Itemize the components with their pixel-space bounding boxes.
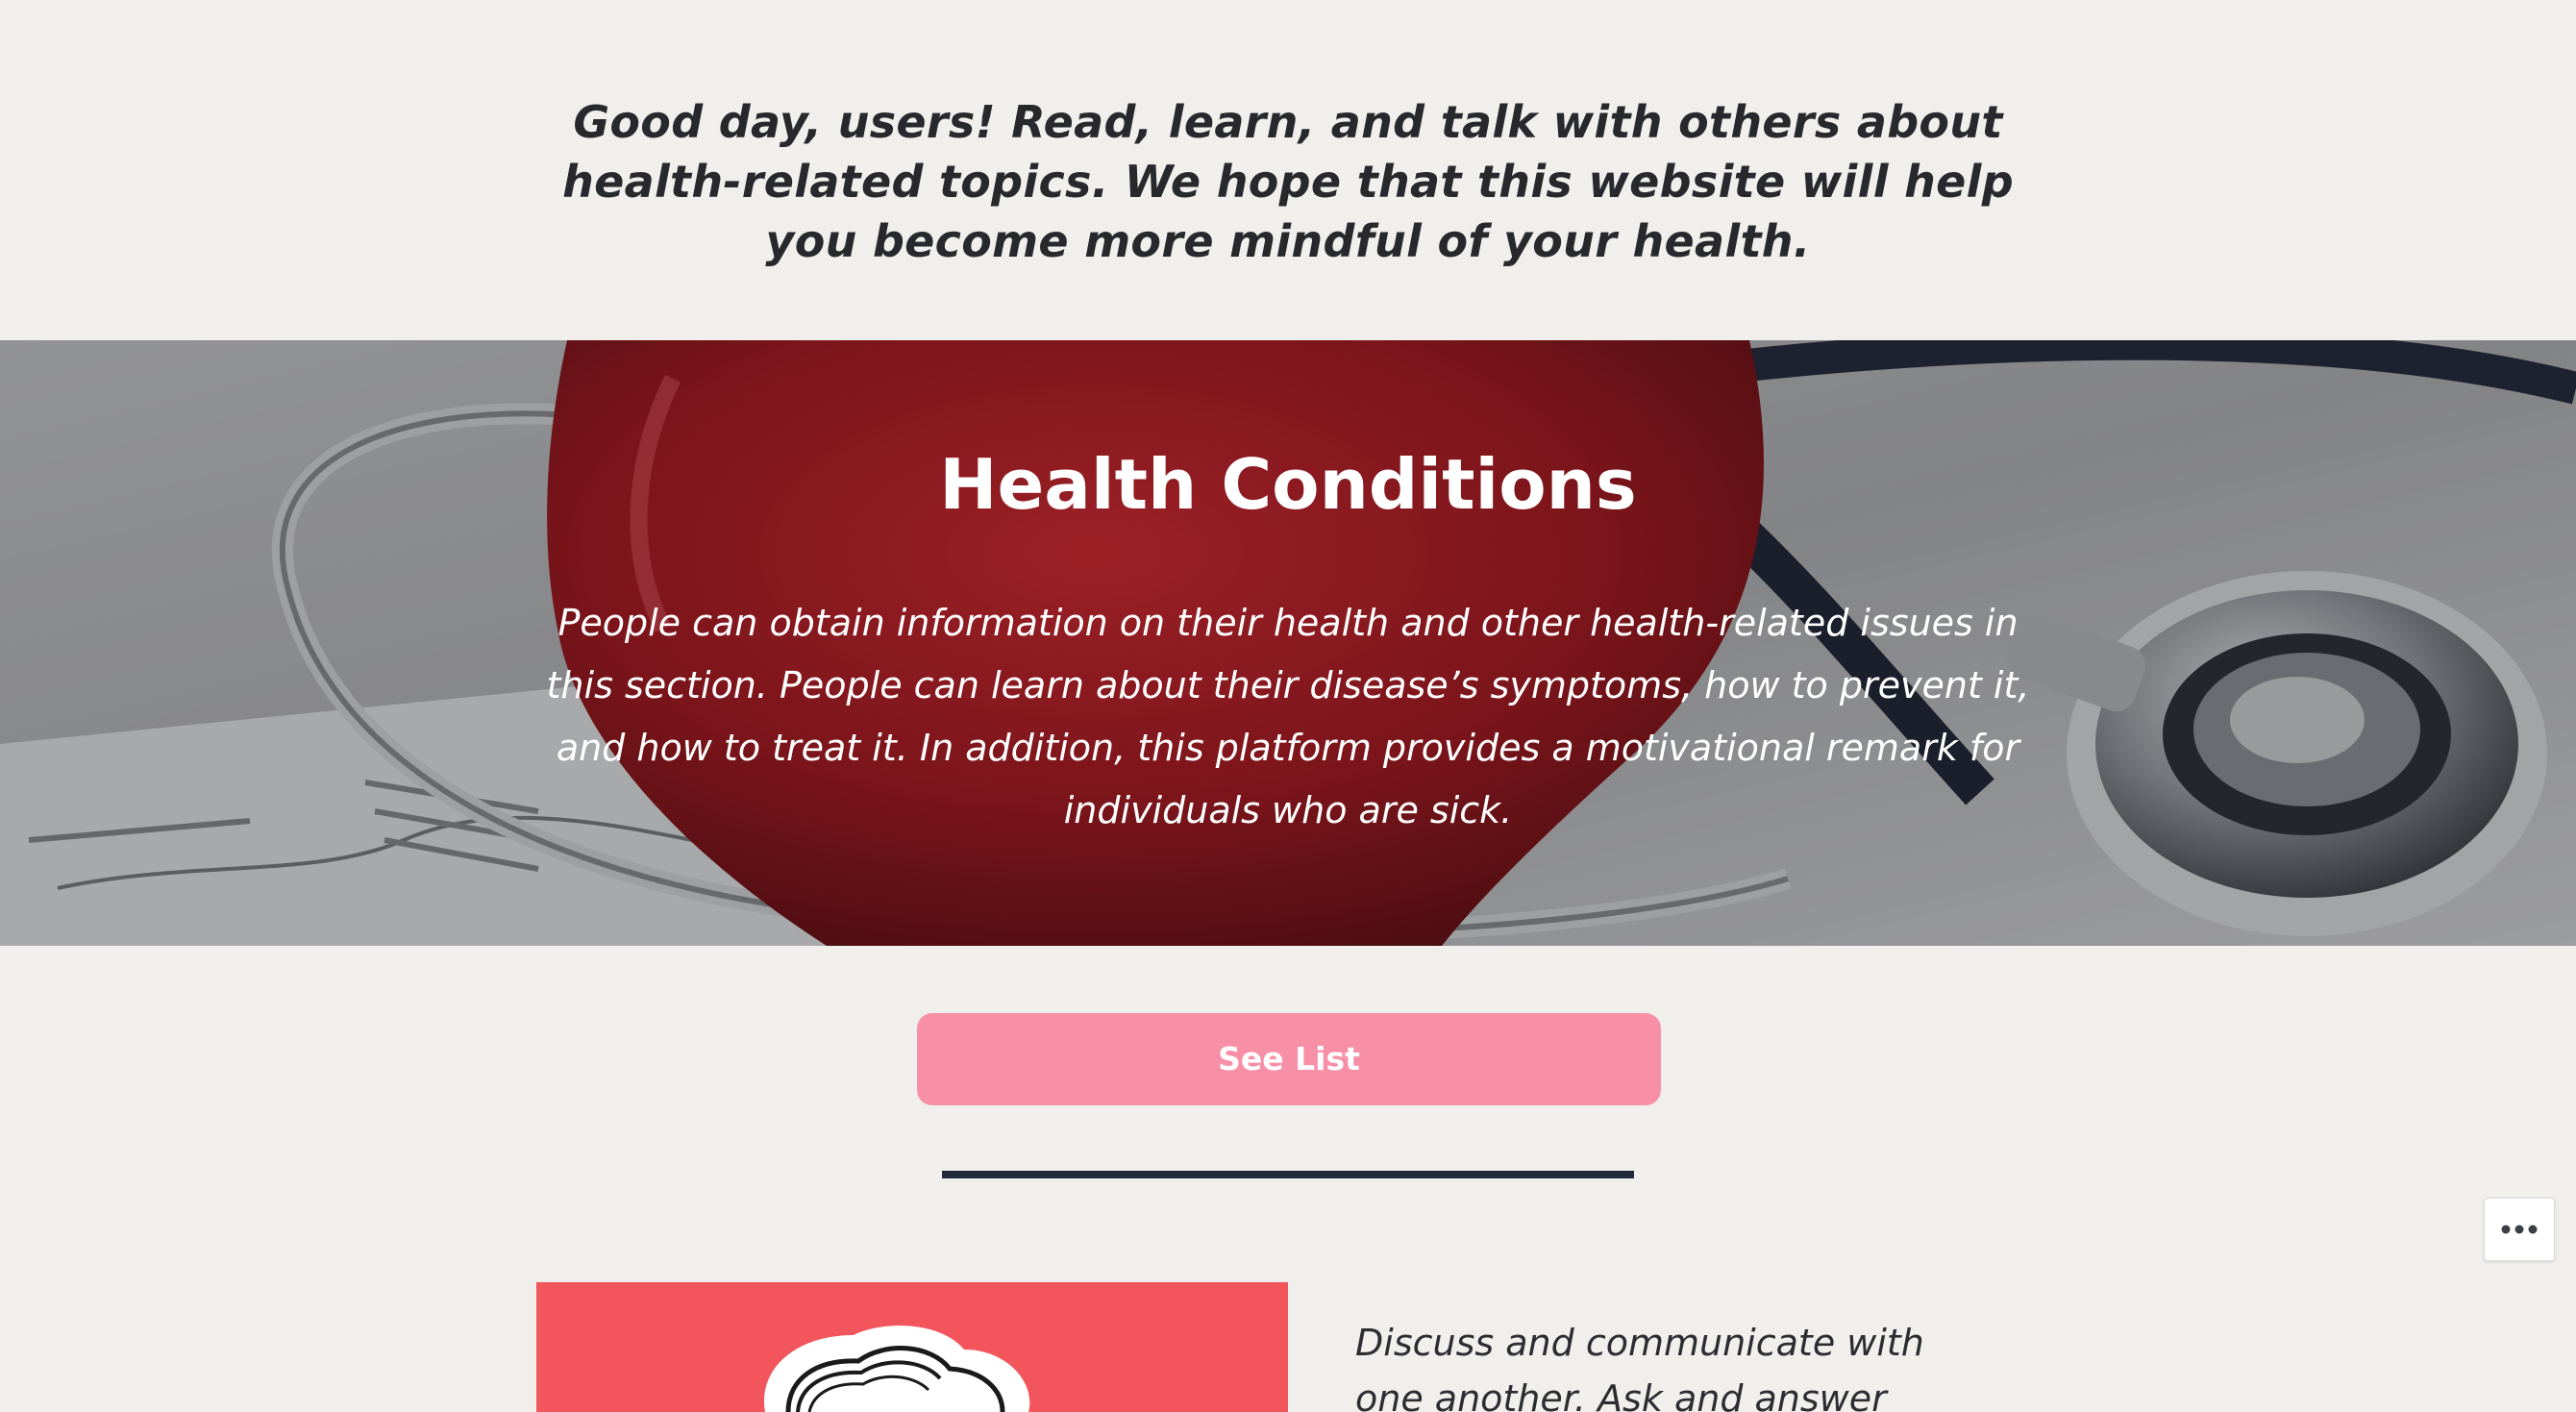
discussion-text: Discuss and communicate with one another… — [1355, 1322, 1924, 1412]
page: Good day, users! Read, learn, and talk w… — [0, 0, 2576, 1412]
cover-description: People can obtain information on their h… — [546, 602, 2030, 831]
ellipsis-icon — [2501, 1225, 2538, 1234]
cover-title: Health Conditions — [939, 444, 1637, 525]
discussion-image — [536, 1282, 1288, 1412]
separator — [942, 1171, 1634, 1178]
intro-text: Good day, users! Read, learn, and talk w… — [562, 96, 2014, 267]
health-conditions-cover: Health Conditions People can obtain info… — [0, 340, 2576, 946]
more-options-button[interactable] — [2484, 1198, 2555, 1261]
see-list-button[interactable]: See List — [917, 1013, 1661, 1105]
